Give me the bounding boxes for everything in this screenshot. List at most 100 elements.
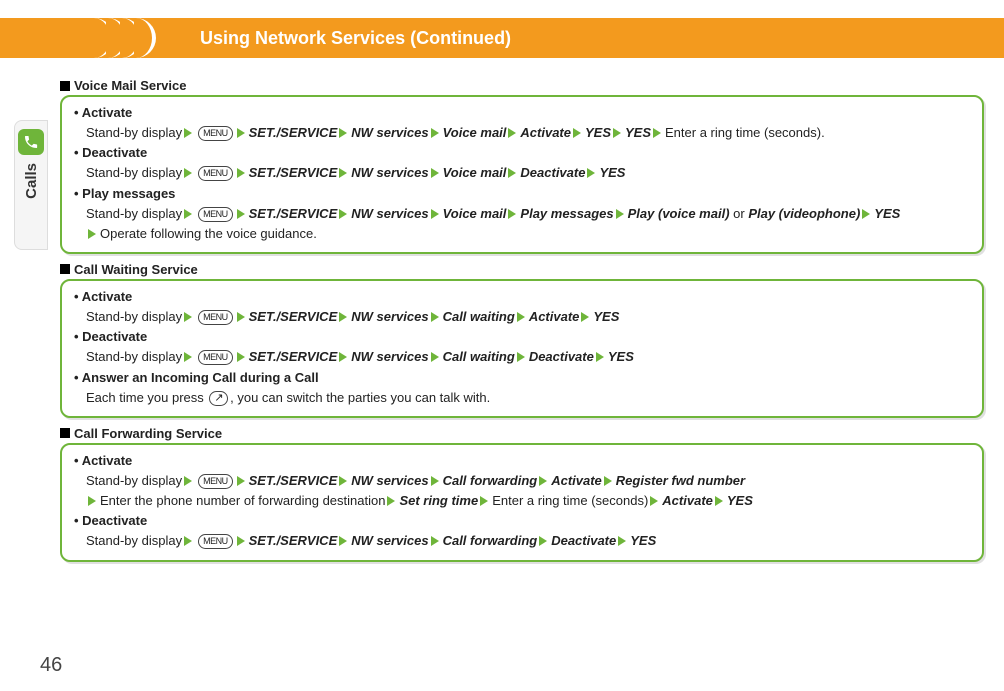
menu-nw-services: NW services	[351, 206, 428, 221]
arrow-icon	[539, 476, 547, 486]
menu-button-icon: MENU	[198, 166, 233, 181]
bullet-deactivate: Deactivate	[74, 143, 970, 163]
menu-nw-services: NW services	[351, 165, 428, 180]
phone-icon	[18, 129, 44, 155]
section-callfwd: Call Forwarding Service Activate Stand-b…	[60, 426, 984, 562]
arrow-icon	[237, 312, 245, 322]
arrow-icon	[339, 168, 347, 178]
call-button-icon: ↗	[209, 391, 228, 406]
arrow-icon	[431, 536, 439, 546]
menu-button-icon: MENU	[198, 126, 233, 141]
arrow-icon	[517, 312, 525, 322]
arrow-icon	[339, 536, 347, 546]
square-bullet-icon	[60, 428, 70, 438]
arrow-icon	[604, 476, 612, 486]
arrow-icon	[237, 209, 245, 219]
arrow-icon	[480, 496, 488, 506]
square-bullet-icon	[60, 264, 70, 274]
section-callwaiting: Call Waiting Service Activate Stand-by d…	[60, 262, 984, 418]
bullet-activate: Activate	[74, 103, 970, 123]
steps-cw-answer: Each time you press ↗, you can switch th…	[74, 388, 970, 408]
menu-nw-services: NW services	[351, 309, 428, 324]
arrow-icon	[339, 312, 347, 322]
menu-nw-services: NW services	[351, 125, 428, 140]
arrow-icon	[237, 352, 245, 362]
menu-set-service: SET./SERVICE	[249, 309, 338, 324]
side-category-label: Calls	[23, 163, 40, 199]
bullet-activate: Activate	[74, 451, 970, 471]
menu-play-messages: Play messages	[520, 206, 613, 221]
heading-text: Call Forwarding Service	[74, 426, 222, 441]
arrow-icon	[88, 229, 96, 239]
text-standby: Stand-by display	[86, 165, 182, 180]
arrow-icon	[431, 476, 439, 486]
text-guidance: Operate following the voice guidance.	[100, 226, 317, 241]
steps-cw-activate: Stand-by display MENU SET./SERVICE NW servi…	[74, 307, 970, 327]
steps-vm-deactivate: Stand-by displayMENUSET./SERVICENW servi…	[74, 163, 970, 183]
arrow-icon	[508, 168, 516, 178]
section-voicemail: Voice Mail Service Activate Stand-by dis…	[60, 78, 984, 254]
menu-voicemail: Voice mail	[443, 165, 507, 180]
menu-set-service: SET./SERVICE	[249, 349, 338, 364]
text-ring-time: Enter a ring time (seconds).	[665, 125, 825, 140]
menu-callwaiting: Call waiting	[443, 349, 515, 364]
menu-callfwd: Call forwarding	[443, 473, 538, 488]
arrow-icon	[715, 496, 723, 506]
menu-callwaiting: Call waiting	[443, 309, 515, 324]
box-callwaiting: Activate Stand-by display MENU SET./SERVIC…	[60, 279, 984, 418]
arrow-icon	[387, 496, 395, 506]
arrow-icon	[184, 128, 192, 138]
menu-yes: YES	[630, 533, 656, 548]
steps-vm-play: Stand-by displayMENUSET./SERVICENW servi…	[74, 204, 970, 244]
bullet-answer: Answer an Incoming Call during a Call	[74, 368, 970, 388]
arrow-icon	[237, 128, 245, 138]
menu-deactivate: Deactivate	[520, 165, 585, 180]
menu-activate: Activate	[551, 473, 602, 488]
menu-button-icon: MENU	[198, 474, 233, 489]
arrow-icon	[339, 476, 347, 486]
arrow-icon	[508, 128, 516, 138]
text-standby: Stand-by display	[86, 349, 182, 364]
menu-yes: YES	[874, 206, 900, 221]
text-standby: Stand-by display	[86, 309, 182, 324]
arrow-icon	[184, 312, 192, 322]
arrow-icon	[339, 128, 347, 138]
arrow-icon	[862, 209, 870, 219]
arrow-icon	[431, 168, 439, 178]
arrow-icon	[431, 312, 439, 322]
arrow-icon	[237, 476, 245, 486]
menu-voicemail: Voice mail	[443, 125, 507, 140]
menu-deactivate: Deactivate	[551, 533, 616, 548]
menu-set-service: SET./SERVICE	[249, 533, 338, 548]
steps-cf-deactivate: Stand-by displayMENUSET./SERVICENW servi…	[74, 531, 970, 551]
menu-set-service: SET./SERVICE	[249, 206, 338, 221]
arrow-icon	[184, 209, 192, 219]
arrow-icon	[237, 168, 245, 178]
arrow-icon	[539, 536, 547, 546]
text-standby: Stand-by display	[86, 473, 182, 488]
bullet-play: Play messages	[74, 184, 970, 204]
menu-activate: Activate	[529, 309, 580, 324]
menu-nw-services: NW services	[351, 533, 428, 548]
text-or: or	[730, 206, 749, 221]
arrow-icon	[650, 496, 658, 506]
arrow-icon	[517, 352, 525, 362]
menu-button-icon: MENU	[198, 310, 233, 325]
menu-callfwd: Call forwarding	[443, 533, 538, 548]
menu-play-video: Play (videophone)	[748, 206, 860, 221]
arrow-icon	[184, 352, 192, 362]
arrow-icon	[88, 496, 96, 506]
menu-nw-services: NW services	[351, 349, 428, 364]
arrow-icon	[431, 209, 439, 219]
bullet-deactivate: Deactivate	[74, 511, 970, 531]
section-header-callfwd: Call Forwarding Service	[60, 426, 984, 441]
arrow-icon	[184, 536, 192, 546]
text-answer-post: , you can switch the parties you can tal…	[230, 390, 490, 405]
menu-activate: Activate	[520, 125, 571, 140]
arrow-icon	[508, 209, 516, 219]
menu-yes: YES	[593, 309, 619, 324]
heading-text: Call Waiting Service	[74, 262, 198, 277]
menu-yes: YES	[727, 493, 753, 508]
arrow-icon	[431, 352, 439, 362]
menu-set-ring-time: Set ring time	[399, 493, 478, 508]
